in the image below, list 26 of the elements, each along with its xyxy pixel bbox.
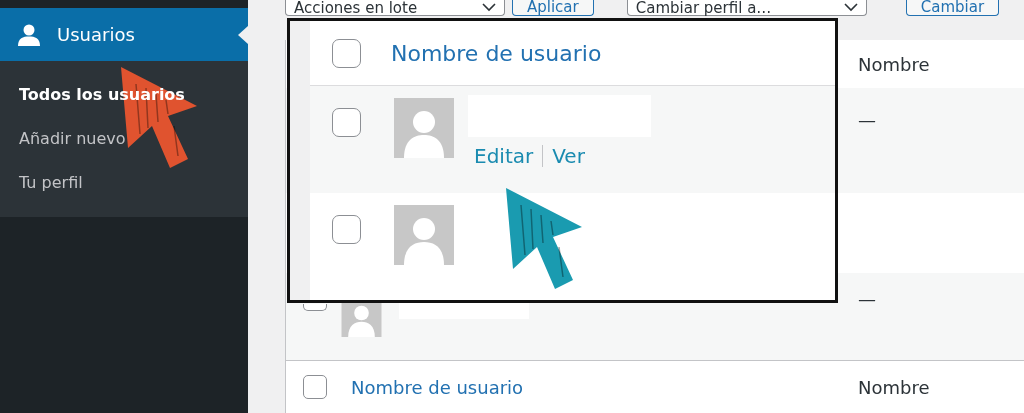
checkbox[interactable]	[303, 304, 327, 311]
table-cell: —	[858, 109, 876, 130]
column-header[interactable]: Nombre	[858, 376, 930, 398]
column-header[interactable]: Nombre de usuario	[391, 36, 602, 70]
apply-button[interactable]: Aplicar	[512, 0, 594, 16]
chevron-down-icon	[482, 3, 496, 12]
column-header[interactable]: Nombre	[858, 53, 930, 75]
checkbox[interactable]	[303, 375, 327, 399]
submenu-item[interactable]: Tu perfil	[19, 161, 83, 205]
role-dropdown[interactable]: Cambiar perfil a…	[626, 0, 867, 16]
checkbox[interactable]	[332, 38, 361, 68]
checkbox[interactable]	[332, 215, 361, 244]
row-action-link[interactable]: Editar	[474, 141, 534, 171]
menu-item[interactable]: Usuarios	[0, 8, 248, 61]
table-cell: —	[858, 288, 876, 309]
menu-pointer-icon	[238, 26, 248, 44]
user-icon	[17, 23, 41, 46]
chevron-down-icon	[843, 3, 858, 12]
column-header[interactable]: Nombre de usuario	[351, 376, 524, 398]
row-action-link[interactable]: Ver	[552, 141, 585, 171]
bulk-actions-dropdown[interactable]: Acciones en lote	[285, 0, 505, 16]
avatar-icon	[394, 205, 454, 265]
change-button[interactable]: Cambiar	[905, 0, 1000, 16]
checkbox[interactable]	[332, 108, 361, 137]
avatar-icon	[394, 98, 454, 158]
submenu-item[interactable]: Añadir nuevo	[19, 117, 126, 161]
